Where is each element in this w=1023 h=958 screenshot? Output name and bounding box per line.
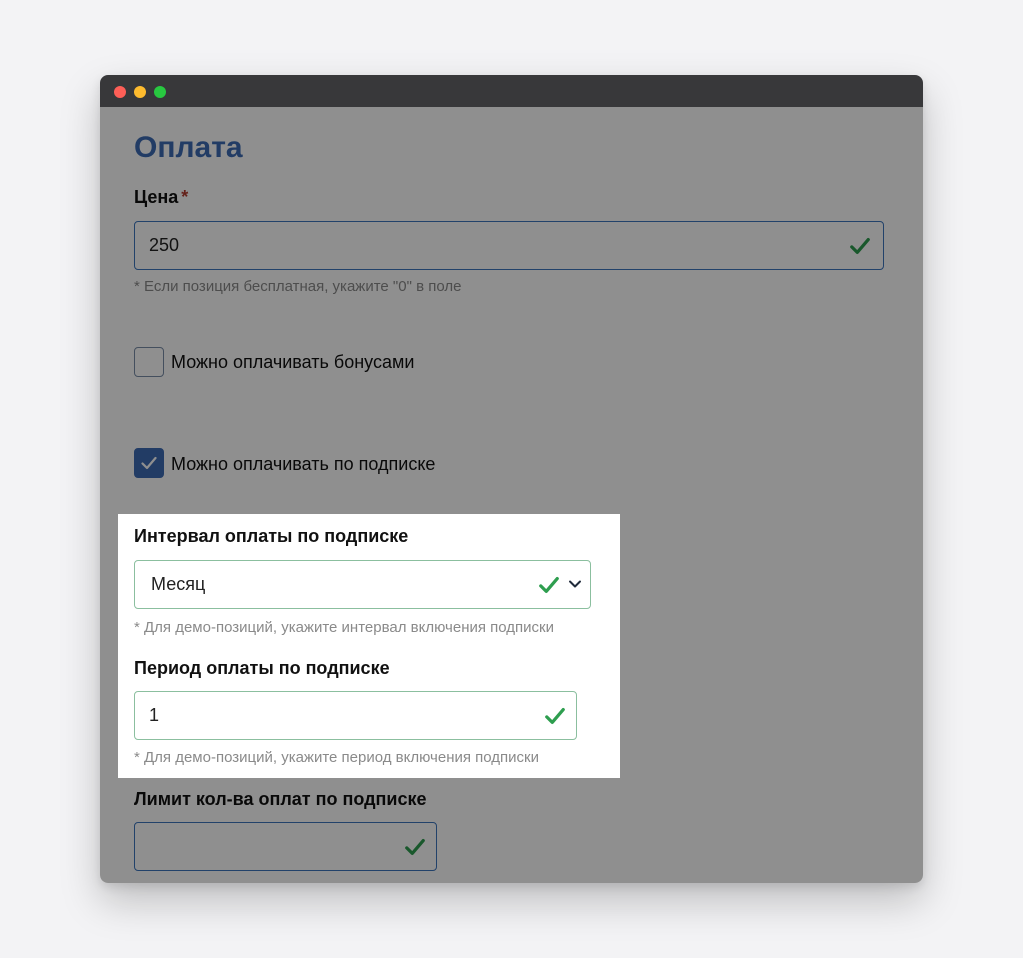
- valid-check-icon: [850, 237, 870, 255]
- limit-label: Лимит кол-ва оплат по подписке: [134, 789, 427, 809]
- valid-check-icon: [539, 576, 559, 594]
- price-value: 250: [149, 235, 180, 255]
- page-title: Оплата: [134, 131, 243, 164]
- bonus-checkbox-label[interactable]: Можно оплачивать бонусами: [171, 351, 414, 373]
- period-value: 1: [149, 705, 160, 725]
- required-mark: *: [181, 187, 189, 207]
- subscription-checkbox-label[interactable]: Можно оплачивать по подписке: [171, 453, 435, 475]
- valid-check-icon: [405, 838, 425, 856]
- window-titlebar: [100, 75, 923, 107]
- checkmark-icon: [141, 456, 157, 470]
- limit-input[interactable]: [134, 822, 437, 871]
- price-label-text: Цена: [134, 187, 179, 207]
- period-hint: * Для демо-позиций, укажите период включ…: [134, 749, 539, 766]
- maximize-window-button[interactable]: [154, 86, 166, 98]
- interval-hint: * Для демо-позиций, укажите интервал вкл…: [134, 619, 554, 636]
- price-input[interactable]: 250: [134, 221, 884, 270]
- interval-select[interactable]: Месяц: [134, 560, 591, 609]
- close-window-button[interactable]: [114, 86, 126, 98]
- interval-selected-value: Месяц: [151, 574, 206, 594]
- subscription-checkbox[interactable]: [134, 448, 164, 478]
- minimize-window-button[interactable]: [134, 86, 146, 98]
- price-hint: * Если позиция бесплатная, укажите "0" в…: [134, 278, 462, 295]
- price-label: Цена *: [134, 186, 188, 208]
- period-input[interactable]: 1: [134, 691, 577, 740]
- interval-label: Интервал оплаты по подписке: [134, 526, 409, 546]
- period-label: Период оплаты по подписке: [134, 658, 390, 678]
- chevron-down-icon[interactable]: [568, 577, 582, 591]
- valid-check-icon: [545, 707, 565, 725]
- bonus-checkbox[interactable]: [134, 347, 164, 377]
